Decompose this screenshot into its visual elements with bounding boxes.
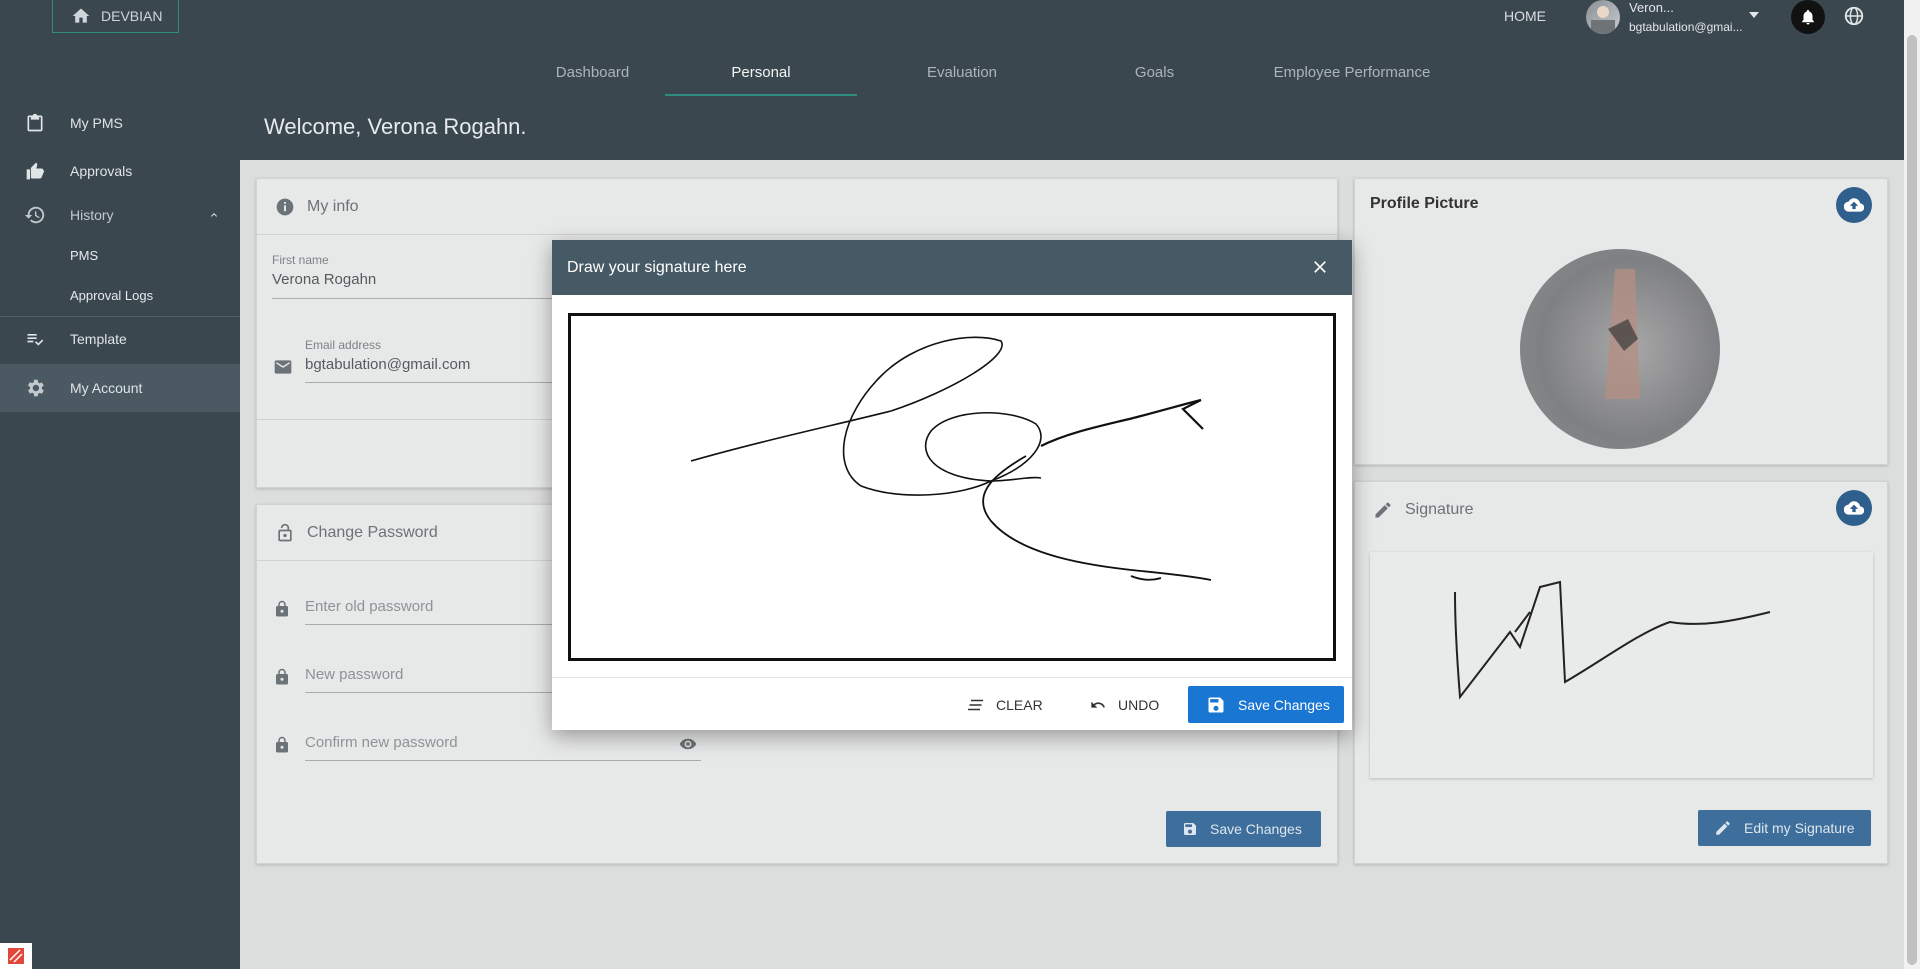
dialog-title: Draw your signature here [567, 258, 747, 276]
clear-lines-icon [968, 699, 983, 711]
undo-button[interactable]: UNDO [1088, 690, 1159, 720]
dialog-footer: CLEAR UNDO Save Changes [552, 677, 1352, 730]
save-signature-button[interactable]: Save Changes [1188, 686, 1344, 723]
save-icon [1208, 697, 1224, 712]
undo-label: UNDO [1118, 697, 1160, 713]
clear-label: CLEAR [996, 697, 1043, 713]
close-icon[interactable] [1310, 257, 1330, 277]
drawn-signature [690, 336, 1212, 581]
dialog-header: Draw your signature here [552, 240, 1352, 295]
clear-button[interactable]: CLEAR [968, 690, 1043, 720]
scrollbar-thumb[interactable] [1907, 35, 1917, 965]
signature-canvas[interactable] [568, 313, 1336, 661]
undo-icon [1091, 701, 1105, 708]
save-signature-label: Save Changes [1238, 696, 1330, 713]
signature-dialog: Draw your signature here CLEAR UNDO Save… [552, 240, 1352, 730]
